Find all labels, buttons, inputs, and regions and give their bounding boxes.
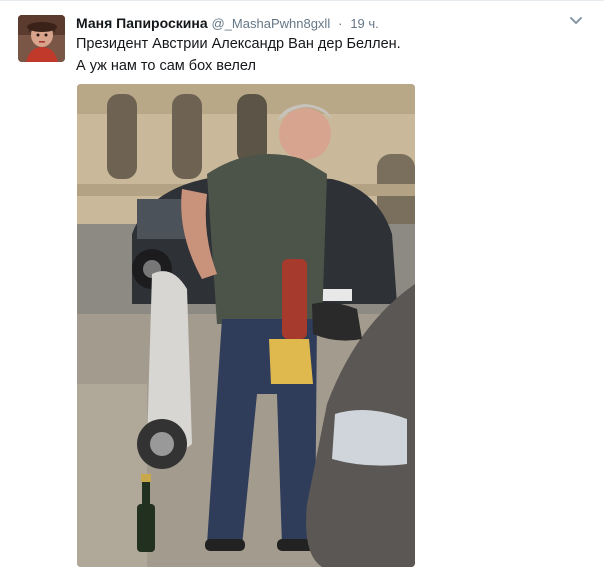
tweet-photo[interactable] — [77, 84, 415, 567]
author-name[interactable]: Маня Папироскина — [76, 15, 208, 31]
author-handle[interactable]: @_MashaPwhn8gxll — [212, 16, 331, 31]
photo-image — [77, 84, 415, 567]
tweet-text-line: А уж нам то сам бох велел — [76, 58, 256, 74]
avatar-image — [18, 15, 65, 62]
chevron-down-icon[interactable] — [568, 13, 584, 29]
tweet-header: Маня Папироскина @_MashaPwhn8gxll · 19 ч… — [76, 13, 564, 33]
tweet-card: Маня Папироскина @_MashaPwhn8gxll · 19 ч… — [0, 0, 604, 580]
separator-dot: · — [338, 16, 343, 31]
tweet-text: Президент Австрии Александр Ван дер Белл… — [76, 33, 576, 77]
tweet-text-line: Президент Австрии Александр Ван дер Белл… — [76, 36, 401, 52]
timestamp[interactable]: 19 ч. — [350, 16, 378, 31]
avatar[interactable] — [18, 15, 65, 62]
